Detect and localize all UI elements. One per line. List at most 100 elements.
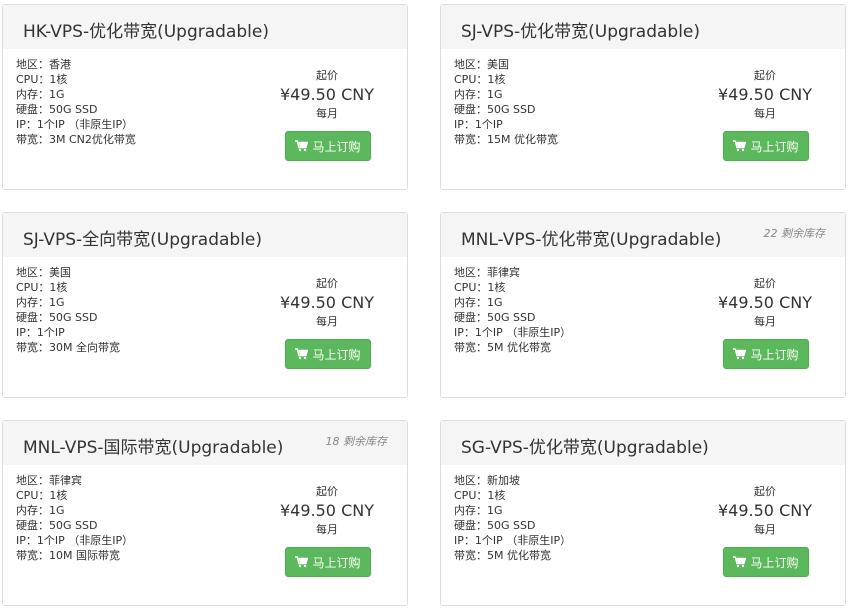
order-now-label: 马上订购	[312, 555, 361, 570]
spec-memory: 内存：1G	[16, 88, 65, 101]
product-card-sj-vps-omni: SJ-VPS-全向带宽(Upgradable) 地区：美国 CPU：1核 内存：…	[2, 212, 408, 398]
product-header: MNL-VPS-国际带宽(Upgradable) 18 剩余库存	[3, 421, 407, 465]
product-specs: 地区：香港 CPU：1核 内存：1G 硬盘：50G SSD IP：1个IP （非…	[16, 57, 136, 147]
spec-bandwidth: 带宽：5M 优化带宽	[454, 341, 551, 354]
spec-cpu: CPU：1核	[454, 281, 506, 294]
spec-disk: 硬盘：50G SSD	[454, 311, 536, 324]
product-card-hk-vps-optimized: HK-VPS-优化带宽(Upgradable) 地区：香港 CPU：1核 内存：…	[2, 4, 408, 190]
order-now-button[interactable]: 马上订购	[723, 547, 809, 577]
order-now-button[interactable]: 马上订购	[723, 339, 809, 369]
price-from-label: 起价	[316, 69, 338, 82]
stock-count: 22 剩余库存	[763, 227, 826, 240]
price-block: 起价 ¥49.50 CNY 每月	[251, 485, 403, 537]
spec-memory: 内存：1G	[454, 296, 503, 309]
order-now-button[interactable]: 马上订购	[285, 547, 371, 577]
spec-ip: IP：1个IP （非原生IP）	[16, 534, 134, 547]
order-now-label: 马上订购	[312, 139, 361, 154]
product-header: SJ-VPS-全向带宽(Upgradable)	[3, 213, 407, 257]
product-card-mnl-vps-optimized: MNL-VPS-优化带宽(Upgradable) 22 剩余库存 地区：菲律宾 …	[440, 212, 846, 398]
spec-bandwidth: 带宽：3M CN2优化带宽	[16, 133, 136, 146]
product-title: SJ-VPS-优化带宽(Upgradable)	[461, 22, 701, 42]
price-amount: ¥49.50 CNY	[280, 293, 374, 312]
price-from-label: 起价	[316, 277, 338, 290]
shopping-cart-icon	[733, 556, 747, 568]
billing-cycle: 每月	[316, 315, 338, 328]
spec-disk: 硬盘：50G SSD	[454, 519, 536, 532]
price-block: 起价 ¥49.50 CNY 每月	[689, 277, 841, 329]
spec-region: 地区：菲律宾	[454, 266, 520, 279]
spec-bandwidth: 带宽：15M 优化带宽	[454, 133, 558, 146]
shopping-cart-icon	[733, 140, 747, 152]
product-specs: 地区：新加坡 CPU：1核 内存：1G 硬盘：50G SSD IP：1个IP （…	[454, 473, 571, 563]
spec-memory: 内存：1G	[454, 504, 503, 517]
price-amount: ¥49.50 CNY	[280, 501, 374, 520]
price-from-label: 起价	[316, 485, 338, 498]
price-amount: ¥49.50 CNY	[280, 85, 374, 104]
spec-cpu: CPU：1核	[16, 489, 68, 502]
product-specs: 地区：美国 CPU：1核 内存：1G 硬盘：50G SSD IP：1个IP 带宽…	[16, 265, 120, 355]
product-title: HK-VPS-优化带宽(Upgradable)	[23, 22, 269, 42]
price-amount: ¥49.50 CNY	[718, 85, 812, 104]
product-specs: 地区：菲律宾 CPU：1核 内存：1G 硬盘：50G SSD IP：1个IP （…	[16, 473, 133, 563]
product-title: SG-VPS-优化带宽(Upgradable)	[461, 438, 709, 458]
product-card-sg-vps-optimized: SG-VPS-优化带宽(Upgradable) 地区：新加坡 CPU：1核 内存…	[440, 420, 846, 606]
product-title: SJ-VPS-全向带宽(Upgradable)	[23, 230, 263, 250]
spec-ip: IP：1个IP	[454, 118, 503, 131]
order-now-button[interactable]: 马上订购	[285, 131, 371, 161]
product-header: SJ-VPS-优化带宽(Upgradable)	[441, 5, 845, 49]
spec-region: 地区：菲律宾	[16, 474, 82, 487]
product-header: MNL-VPS-优化带宽(Upgradable) 22 剩余库存	[441, 213, 845, 257]
price-from-label: 起价	[754, 485, 776, 498]
spec-disk: 硬盘：50G SSD	[454, 103, 536, 116]
shopping-cart-icon	[295, 556, 309, 568]
product-header: SG-VPS-优化带宽(Upgradable)	[441, 421, 845, 465]
order-now-label: 马上订购	[312, 347, 361, 362]
spec-region: 地区：美国	[16, 266, 71, 279]
spec-region: 地区：美国	[454, 58, 509, 71]
billing-cycle: 每月	[754, 107, 776, 120]
order-now-button[interactable]: 马上订购	[723, 131, 809, 161]
price-block: 起价 ¥49.50 CNY 每月	[251, 69, 403, 121]
price-from-label: 起价	[754, 277, 776, 290]
spec-ip: IP：1个IP （非原生IP）	[454, 326, 572, 339]
product-title: MNL-VPS-优化带宽(Upgradable)	[461, 230, 722, 250]
product-specs: 地区：美国 CPU：1核 内存：1G 硬盘：50G SSD IP：1个IP 带宽…	[454, 57, 558, 147]
order-now-button[interactable]: 马上订购	[285, 339, 371, 369]
product-card-mnl-vps-international: MNL-VPS-国际带宽(Upgradable) 18 剩余库存 地区：菲律宾 …	[2, 420, 408, 606]
spec-cpu: CPU：1核	[454, 489, 506, 502]
stock-count: 18 剩余库存	[325, 435, 388, 448]
price-block: 起价 ¥49.50 CNY 每月	[689, 485, 841, 537]
spec-ip: IP：1个IP （非原生IP）	[454, 534, 572, 547]
billing-cycle: 每月	[754, 315, 776, 328]
spec-memory: 内存：1G	[454, 88, 503, 101]
spec-cpu: CPU：1核	[454, 73, 506, 86]
order-now-label: 马上订购	[750, 555, 799, 570]
price-from-label: 起价	[754, 69, 776, 82]
product-header: HK-VPS-优化带宽(Upgradable)	[3, 5, 407, 49]
price-block: 起价 ¥49.50 CNY 每月	[251, 277, 403, 329]
spec-region: 地区：香港	[16, 58, 71, 71]
price-amount: ¥49.50 CNY	[718, 501, 812, 520]
spec-bandwidth: 带宽：30M 全向带宽	[16, 341, 120, 354]
spec-disk: 硬盘：50G SSD	[16, 103, 98, 116]
spec-bandwidth: 带宽：5M 优化带宽	[454, 549, 551, 562]
price-block: 起价 ¥49.50 CNY 每月	[689, 69, 841, 121]
spec-ip: IP：1个IP （非原生IP）	[16, 118, 134, 131]
order-now-label: 马上订购	[750, 347, 799, 362]
spec-disk: 硬盘：50G SSD	[16, 519, 98, 532]
shopping-cart-icon	[295, 140, 309, 152]
shopping-cart-icon	[295, 348, 309, 360]
product-card-sj-vps-optimized: SJ-VPS-优化带宽(Upgradable) 地区：美国 CPU：1核 内存：…	[440, 4, 846, 190]
product-title: MNL-VPS-国际带宽(Upgradable)	[23, 438, 284, 458]
price-amount: ¥49.50 CNY	[718, 293, 812, 312]
spec-memory: 内存：1G	[16, 296, 65, 309]
billing-cycle: 每月	[754, 523, 776, 536]
spec-cpu: CPU：1核	[16, 281, 68, 294]
billing-cycle: 每月	[316, 523, 338, 536]
spec-region: 地区：新加坡	[454, 474, 520, 487]
shopping-cart-icon	[733, 348, 747, 360]
spec-bandwidth: 带宽：10M 国际带宽	[16, 549, 120, 562]
spec-cpu: CPU：1核	[16, 73, 68, 86]
spec-disk: 硬盘：50G SSD	[16, 311, 98, 324]
order-now-label: 马上订购	[750, 139, 799, 154]
